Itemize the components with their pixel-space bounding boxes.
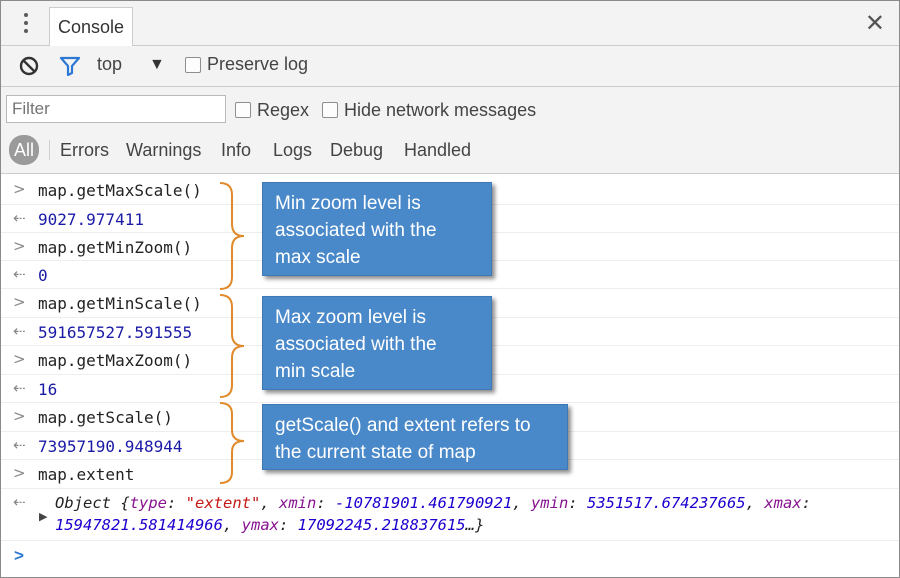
obj-string: "extent"	[185, 494, 261, 512]
tab-bar: Console ✕	[1, 1, 899, 46]
callout-line: Min zoom level is	[275, 193, 421, 214]
console-output-text[interactable]: 16	[38, 380, 57, 399]
callout-line: Max zoom level is	[275, 307, 426, 328]
input-chevron-icon: >	[13, 293, 26, 311]
level-errors[interactable]: Errors	[60, 135, 109, 165]
filter-funnel-icon[interactable]	[59, 56, 81, 76]
hide-network-label: Hide network messages	[344, 100, 537, 120]
console-input-text: map.getMinZoom()	[38, 238, 193, 257]
input-chevron-icon: >	[13, 464, 26, 482]
level-warnings[interactable]: Warnings	[126, 135, 201, 165]
callout-line: associated with the	[275, 334, 437, 355]
brace-group-1	[219, 182, 245, 290]
obj-key: ymin	[530, 494, 569, 512]
callout-line: the current state of map	[275, 442, 476, 463]
console-output-text[interactable]: 9027.977411	[38, 210, 144, 229]
obj-key: ymax	[241, 516, 279, 534]
console-object-row: ⇠ ▶ Object {type: "extent", xmin: -10781…	[1, 488, 899, 541]
console-input-text: map.getMaxScale()	[38, 181, 202, 200]
console-input-text: map.extent	[38, 465, 135, 484]
console-output-text[interactable]: 591657527.591555	[38, 323, 192, 342]
kebab-menu-icon[interactable]	[21, 13, 31, 35]
callout-line: associated with the	[275, 220, 437, 241]
regex-checkbox[interactable]	[235, 102, 251, 118]
obj-number: 5351517.674237665	[586, 494, 746, 512]
console-prompt-row[interactable]: >	[1, 540, 899, 574]
object-preview[interactable]: Object {type: "extent", xmin: -10781901.…	[55, 492, 885, 536]
console-input-text: map.getMinScale()	[38, 294, 202, 313]
level-divider	[49, 140, 50, 160]
console-toolbar: top ▼ Preserve log	[1, 46, 899, 87]
output-arrow-icon: ⇠	[13, 493, 26, 511]
annotation-min-zoom: Min zoom level is associated with the ma…	[262, 182, 492, 276]
obj-key: type	[129, 494, 167, 512]
obj-number: 15947821.581414966	[55, 516, 223, 534]
expand-triangle-icon[interactable]: ▶	[39, 510, 47, 523]
level-debug[interactable]: Debug	[330, 135, 383, 165]
clear-console-icon[interactable]	[19, 56, 39, 76]
level-all[interactable]: All	[9, 135, 40, 165]
level-info[interactable]: Info	[221, 135, 251, 165]
hide-network-checkbox[interactable]	[322, 102, 338, 118]
obj-key: xmax	[764, 494, 802, 512]
input-chevron-icon: >	[13, 407, 26, 425]
input-chevron-icon: >	[13, 237, 26, 255]
regex-label: Regex	[257, 100, 310, 120]
preserve-log-checkbox[interactable]	[185, 57, 201, 73]
obj-number: -10781901.461790921	[334, 494, 513, 512]
level-logs[interactable]: Logs	[273, 135, 312, 165]
annotation-max-zoom: Max zoom level is associated with the mi…	[262, 296, 492, 390]
console-input-text: map.getScale()	[38, 408, 173, 427]
object-suffix: …}	[465, 516, 485, 534]
filter-input[interactable]	[6, 95, 226, 123]
close-icon[interactable]: ✕	[865, 9, 885, 39]
console-output-text[interactable]: 0	[38, 266, 48, 285]
brace-group-2	[219, 294, 245, 398]
output-arrow-icon: ⇠	[13, 379, 26, 397]
context-dropdown-icon[interactable]: ▼	[149, 56, 165, 74]
preserve-log-label: Preserve log	[207, 54, 309, 74]
context-selector[interactable]: top	[97, 54, 122, 75]
obj-key: xmin	[278, 494, 317, 512]
filter-bar: Regex Hide network messages All Errors W…	[1, 87, 899, 174]
callout-line: max scale	[275, 247, 361, 268]
output-arrow-icon: ⇠	[13, 436, 26, 454]
brace-group-3	[219, 402, 245, 484]
input-chevron-icon: >	[13, 350, 26, 368]
prompt-chevron-icon: >	[14, 546, 24, 565]
input-chevron-icon: >	[13, 180, 26, 198]
level-handled[interactable]: Handled	[404, 135, 471, 165]
output-arrow-icon: ⇠	[13, 265, 26, 283]
output-arrow-icon: ⇠	[13, 322, 26, 340]
console-output-text[interactable]: 73957190.948944	[38, 437, 183, 456]
output-arrow-icon: ⇠	[13, 209, 26, 227]
annotation-current-state: getScale() and extent refers to the curr…	[262, 404, 568, 470]
object-prefix: Object {	[55, 494, 130, 512]
callout-line: min scale	[275, 361, 356, 382]
console-input-text: map.getMaxZoom()	[38, 351, 193, 370]
tab-console[interactable]: Console	[49, 7, 134, 46]
callout-line: getScale() and extent refers to	[275, 415, 531, 436]
obj-number: 17092245.218837615	[297, 516, 466, 534]
